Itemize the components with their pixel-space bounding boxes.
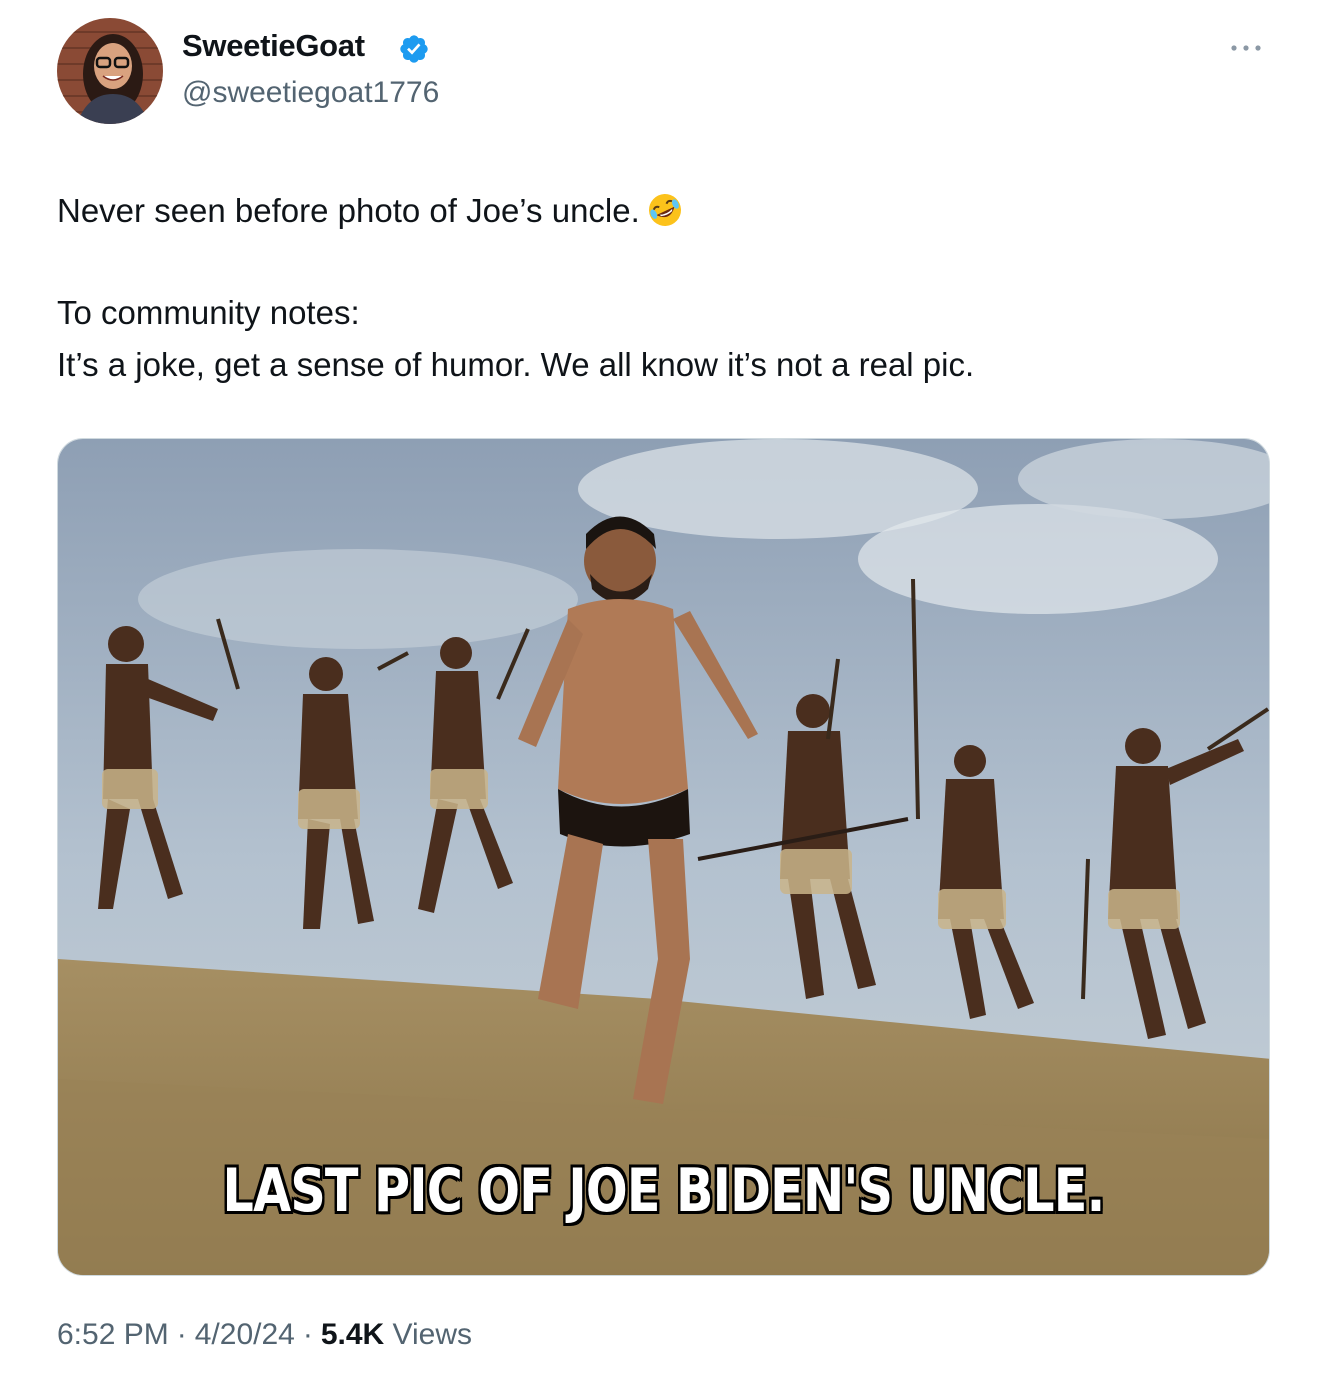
- more-horizontal-icon[interactable]: [1222, 36, 1270, 60]
- author-handle[interactable]: @sweetiegoat1776: [182, 76, 439, 110]
- image-caption: LAST PIC OF JOE BIDEN'S UNCLE.: [222, 1156, 1106, 1226]
- views-label: Views: [392, 1318, 473, 1351]
- meta-separator: ·: [176, 1318, 187, 1351]
- tweet-text-line-1-content: Never seen before photo of Joe’s uncle.: [57, 192, 640, 229]
- tweet-date[interactable]: 4/20/24: [195, 1318, 295, 1351]
- tweet-text-line-3: It’s a joke, get a sense of humor. We al…: [57, 346, 975, 383]
- tweet-time[interactable]: 6:52 PM: [57, 1318, 169, 1351]
- tweet-image[interactable]: LAST PIC OF JOE BIDEN'S UNCLE.: [57, 438, 1270, 1276]
- views-count: 5.4K: [320, 1318, 385, 1351]
- author-avatar[interactable]: [57, 18, 163, 124]
- verified-badge-icon: [398, 33, 430, 65]
- author-display-name[interactable]: SweetieGoat: [182, 28, 365, 64]
- tweet-text-line-1: Never seen before photo of Joe’s uncle.: [57, 185, 684, 237]
- tweet-text-line-2: To community notes:: [57, 294, 360, 331]
- meta-separator: ·: [302, 1318, 313, 1351]
- tweet: SweetieGoat @sweetiegoat1776 Never seen …: [0, 0, 1322, 1395]
- rolling-laughing-emoji-icon: [646, 191, 684, 229]
- tweet-meta: 6:52 PM · 4/20/24 · 5.4K Views: [57, 1318, 472, 1352]
